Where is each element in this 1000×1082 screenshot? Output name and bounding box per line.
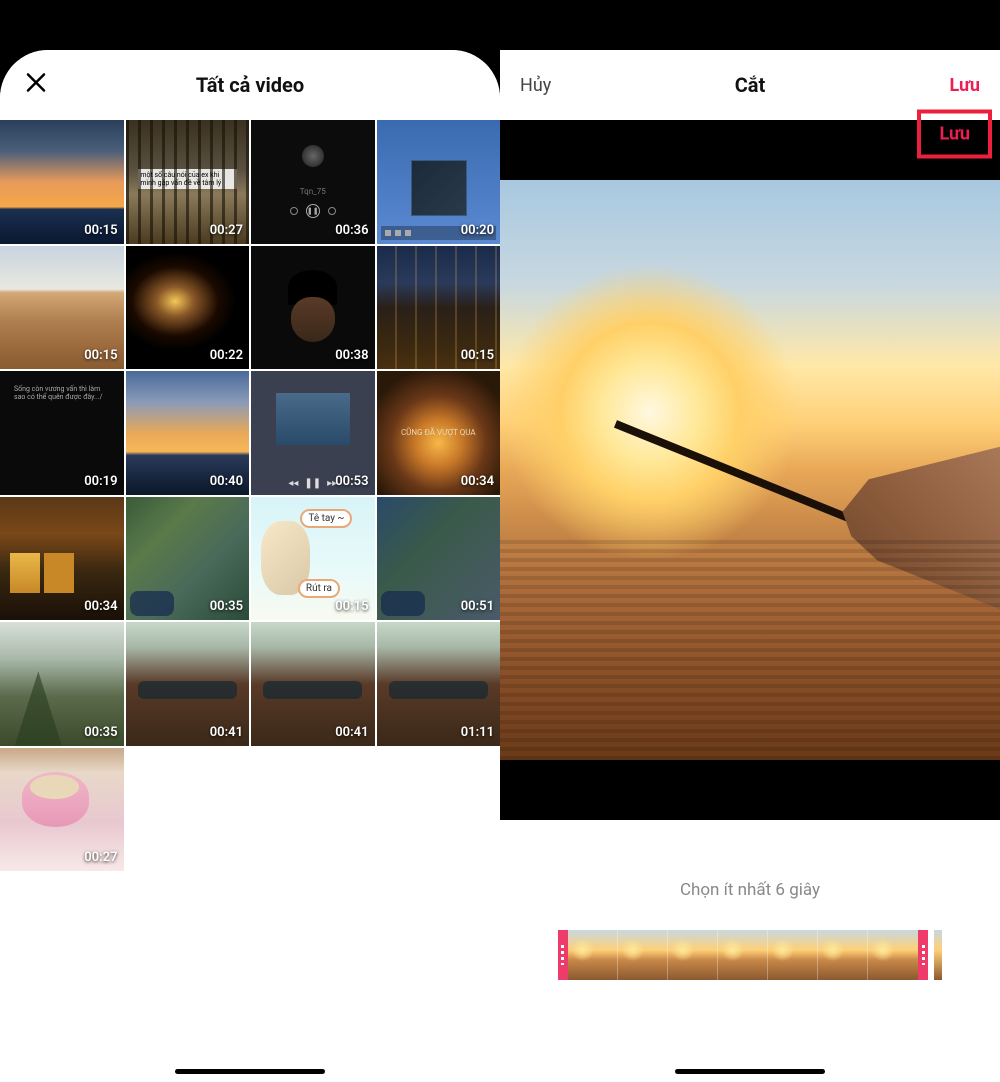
video-thumbnail[interactable]: 00:41 <box>126 622 250 746</box>
video-thumbnail[interactable]: 00:19Sống còn vương vấn thì làm sao có t… <box>0 371 124 495</box>
save-highlight-box: Lưu <box>917 110 992 159</box>
video-picker-screen: Tất cả video 00:15 00:27một số câu nói củ… <box>0 50 500 1082</box>
trim-frame <box>768 930 818 980</box>
video-thumbnail[interactable]: 00:20 <box>377 120 501 244</box>
home-indicator <box>175 1069 325 1074</box>
video-duration: 00:15 <box>335 599 368 614</box>
video-thumbnail[interactable]: 00:35 <box>126 497 250 621</box>
video-thumbnail[interactable]: 00:22 <box>126 246 250 370</box>
video-duration: 00:20 <box>461 223 494 238</box>
home-indicator <box>675 1069 825 1074</box>
video-duration: 00:41 <box>210 725 243 740</box>
video-thumbnail[interactable]: 00:27một số câu nói của ex khi mình gặp … <box>126 120 250 244</box>
video-thumbnail[interactable]: 01:11 <box>377 622 501 746</box>
video-grid: 00:15 00:27một số câu nói của ex khi mình… <box>0 120 500 871</box>
picker-header: Tất cả video <box>0 50 500 120</box>
video-duration: 00:22 <box>210 348 243 363</box>
save-button[interactable]: Lưu <box>949 75 980 96</box>
video-thumbnail[interactable]: 00:51 <box>377 497 501 621</box>
video-thumbnail[interactable]: 00:15 <box>377 246 501 370</box>
video-duration: 00:41 <box>335 725 368 740</box>
video-thumbnail[interactable]: 00:38 <box>251 246 375 370</box>
video-duration: 00:36 <box>335 223 368 238</box>
trim-frame <box>718 930 768 980</box>
trim-strip[interactable] <box>558 930 928 980</box>
video-thumbnail[interactable]: 00:27 <box>0 748 124 872</box>
video-duration: 00:34 <box>84 599 117 614</box>
video-duration: 01:11 <box>461 725 494 740</box>
preview-area <box>500 120 1000 820</box>
video-thumbnail[interactable]: 00:41 <box>251 622 375 746</box>
video-duration: 00:35 <box>210 599 243 614</box>
trim-frame <box>618 930 668 980</box>
video-thumbnail[interactable]: 00:15Tê tay ~Rút ra <box>251 497 375 621</box>
video-thumbnail[interactable]: 00:34CŨNG ĐÃ VƯỢT QUA <box>377 371 501 495</box>
picker-title: Tất cả video <box>196 73 304 97</box>
video-preview[interactable] <box>500 180 1000 760</box>
video-duration: 00:40 <box>210 474 243 489</box>
trim-frame <box>818 930 868 980</box>
video-duration: 00:35 <box>84 725 117 740</box>
video-duration: 00:27 <box>210 223 243 238</box>
video-thumbnail[interactable]: 00:15 <box>0 120 124 244</box>
cancel-button[interactable]: Hủy <box>520 75 551 96</box>
video-duration: 00:15 <box>461 348 494 363</box>
trim-hint: Chọn ít nhất 6 giây <box>680 880 820 900</box>
video-thumbnail[interactable]: 00:40 <box>126 371 250 495</box>
trim-screen: Hủy Cắt Lưu Lưu Chọn ít nhất 6 giây <box>500 50 1000 1082</box>
close-icon[interactable] <box>24 69 48 102</box>
video-duration: 00:38 <box>335 348 368 363</box>
trim-frame <box>568 930 618 980</box>
video-thumbnail[interactable]: 00:53◂◂❚❚▸▸ <box>251 371 375 495</box>
video-duration: 00:53 <box>335 474 368 489</box>
video-duration: 00:15 <box>84 223 117 238</box>
video-duration: 00:34 <box>461 474 494 489</box>
video-duration: 00:51 <box>461 599 494 614</box>
trim-frame <box>668 930 718 980</box>
video-thumbnail[interactable]: 00:34 <box>0 497 124 621</box>
trim-overflow-frame <box>934 930 942 980</box>
video-thumbnail[interactable]: 00:35 <box>0 622 124 746</box>
trim-frame <box>868 930 918 980</box>
video-duration: 00:15 <box>84 348 117 363</box>
video-duration: 00:19 <box>84 474 117 489</box>
video-thumbnail[interactable]: 00:36Tqn_75❚❚ <box>251 120 375 244</box>
video-thumbnail[interactable]: 00:15 <box>0 246 124 370</box>
video-duration: 00:27 <box>84 850 117 865</box>
trim-title: Cắt <box>735 73 766 97</box>
trim-controls: Chọn ít nhất 6 giây <box>500 820 1000 1082</box>
